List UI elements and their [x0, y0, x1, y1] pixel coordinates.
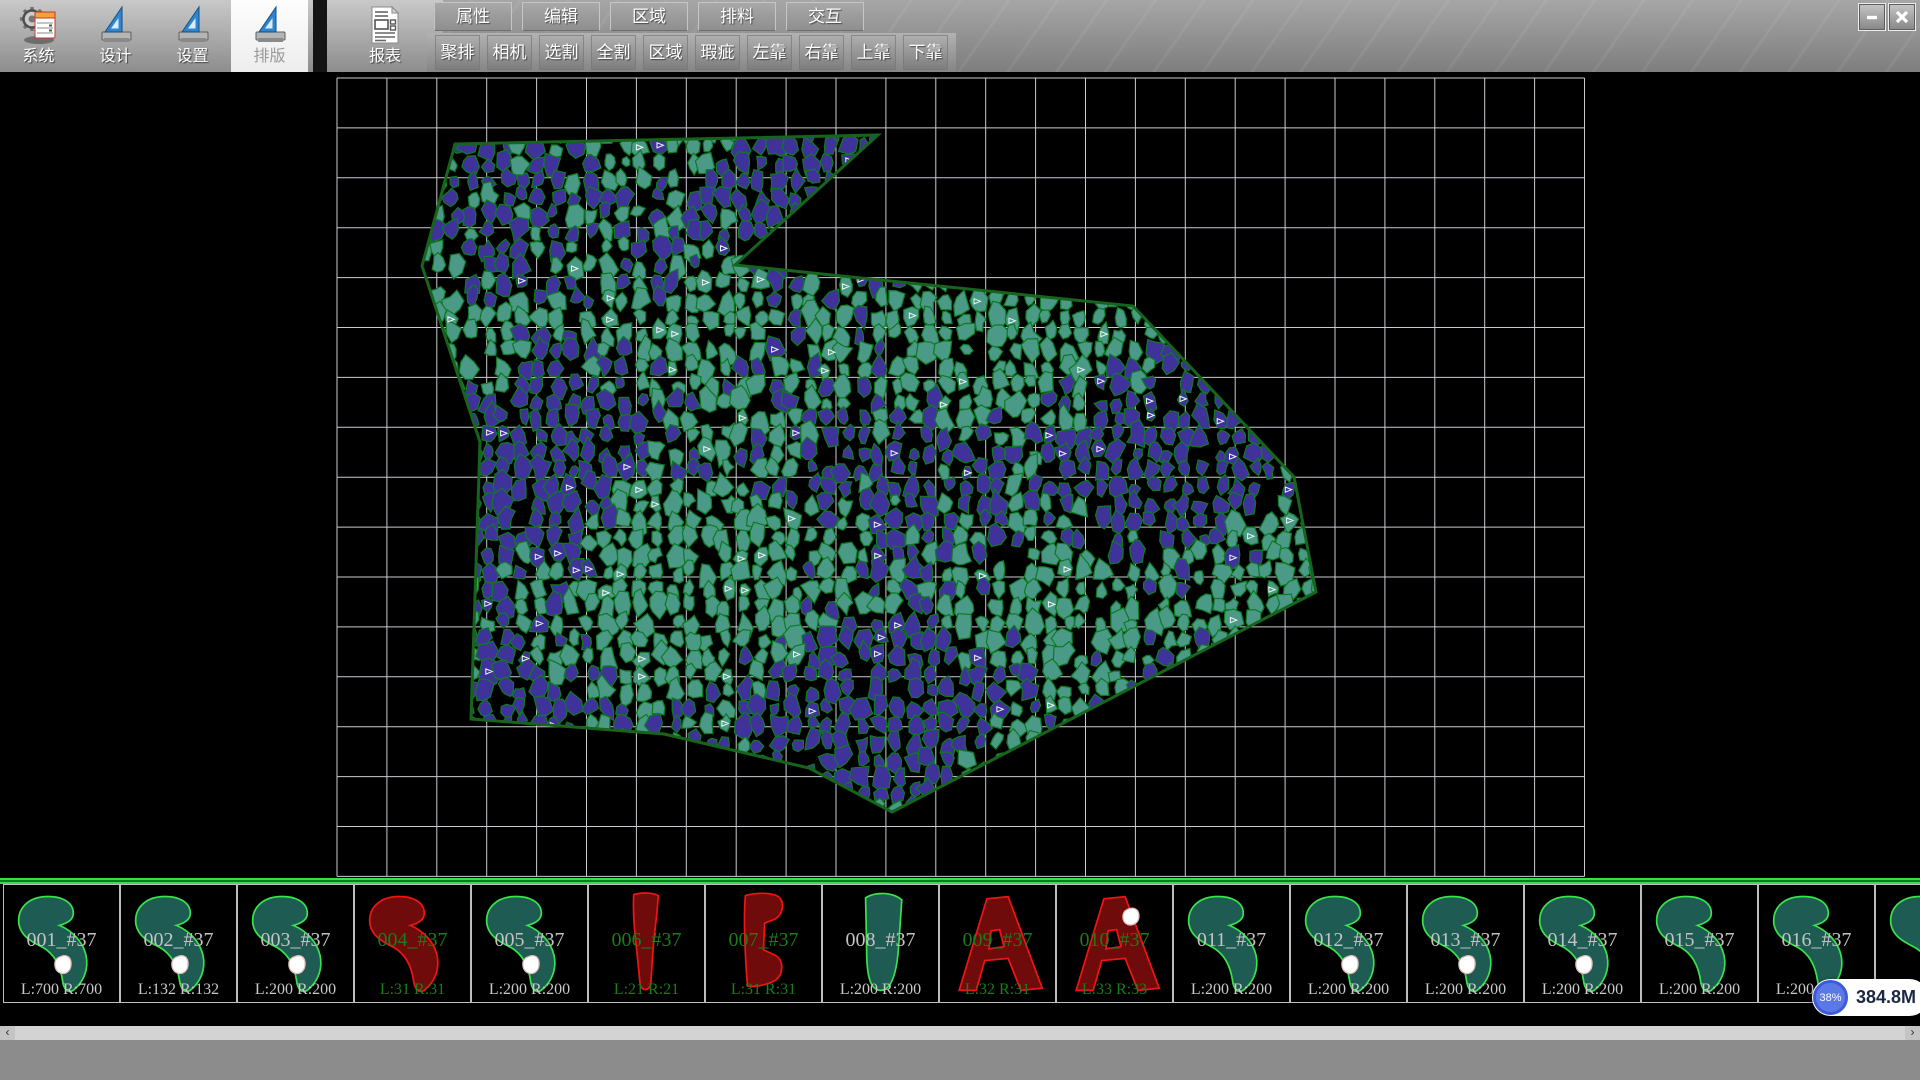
horizontal-scrollbar[interactable]: ‹ › — [0, 1026, 1920, 1040]
tool-button-下靠[interactable]: 下靠 — [903, 35, 948, 70]
tool-button-row: 聚排相机选割全割区域瑕疵左靠右靠上靠下靠 — [427, 33, 956, 72]
piece-shape-icon — [940, 885, 1055, 1002]
minimize-button[interactable] — [1858, 3, 1886, 31]
thumbnail-cell-003[interactable]: 003_#37L:200 R:200 — [237, 884, 354, 1003]
thumbnail-cell-001[interactable]: 001_#37L:700 R:700 — [3, 884, 120, 1003]
application-window: 系统设计设置排版 报表 属性编辑区域排料交互 聚排相机选割全割区域瑕疵左靠右靠上… — [0, 0, 1920, 1080]
ruler-icon — [96, 4, 136, 46]
menu-tab-交互[interactable]: 交互 — [786, 2, 864, 31]
tool-button-选割[interactable]: 选割 — [539, 35, 584, 70]
close-button[interactable] — [1888, 3, 1916, 31]
toolbar-button-报表[interactable]: 报表 — [327, 0, 443, 72]
memory-status-pill: 38% 384.8M — [1812, 979, 1920, 1016]
toolbar-button-label: 设计 — [99, 46, 131, 68]
tool-button-全割[interactable]: 全割 — [591, 35, 636, 70]
thumbnail-cell-005[interactable]: 005_#37L:200 R:200 — [471, 884, 588, 1003]
ruler-icon — [173, 4, 213, 46]
toolbar-button-label: 排版 — [253, 46, 285, 68]
toolbar-button-系统[interactable]: 系统 — [0, 0, 77, 72]
tool-button-瑕疵[interactable]: 瑕疵 — [695, 35, 740, 70]
piece-shape-icon — [1408, 885, 1523, 1002]
toolbar-button-排版[interactable]: 排版 — [231, 0, 308, 72]
thumbnail-cell-007[interactable]: 007_#37L:31 R:31 — [705, 884, 822, 1003]
report-icon — [365, 4, 405, 46]
thumbnail-cell-008[interactable]: 008_#37L:200 R:200 — [822, 884, 939, 1003]
toolbar-button-设置[interactable]: 设置 — [154, 0, 231, 72]
toolbar-button-label: 报表 — [369, 46, 401, 68]
scroll-right-button[interactable]: › — [1905, 1026, 1920, 1040]
thumbnail-cell-002[interactable]: 002_#37L:132 R:132 — [120, 884, 237, 1003]
thumbnail-cell-013[interactable]: 013_#37L:200 R:200 — [1407, 884, 1524, 1003]
minimize-icon — [1864, 9, 1880, 25]
progress-percent-badge: 38% — [1813, 980, 1848, 1015]
tool-button-相机[interactable]: 相机 — [487, 35, 532, 70]
toolbar-divider — [313, 0, 327, 72]
piece-shape-icon — [472, 885, 587, 1002]
nested-pieces — [407, 113, 1334, 828]
piece-shape-icon — [4, 885, 119, 1002]
icon-toolbar: 系统 设计 设置 排版 — [0, 0, 313, 72]
thumbnail-cell-015[interactable]: 015_#37L:200 R:200 — [1641, 884, 1758, 1003]
ruler-icon — [250, 4, 290, 46]
tool-button-上靠[interactable]: 上靠 — [851, 35, 896, 70]
status-bar — [0, 1040, 1920, 1080]
tool-button-聚排[interactable]: 聚排 — [435, 35, 480, 70]
toolbar-button-设计[interactable]: 设计 — [77, 0, 154, 72]
tool-button-左靠[interactable]: 左靠 — [747, 35, 792, 70]
top-toolbar: 系统设计设置排版 报表 属性编辑区域排料交互 聚排相机选割全割区域瑕疵左靠右靠上… — [0, 0, 1920, 72]
tool-button-区域[interactable]: 区域 — [643, 35, 688, 70]
menu-tab-区域[interactable]: 区域 — [610, 2, 688, 31]
thumbnail-cell-014[interactable]: 014_#37L:200 R:200 — [1524, 884, 1641, 1003]
tool-button-右靠[interactable]: 右靠 — [799, 35, 844, 70]
thumbnail-cell-004[interactable]: 004_#37L:31 R:31 — [354, 884, 471, 1003]
thumbnail-cell-009[interactable]: 009_#37L:32 R:31 — [939, 884, 1056, 1003]
menu-tab-编辑[interactable]: 编辑 — [522, 2, 600, 31]
menu-tab-属性[interactable]: 属性 — [434, 2, 512, 31]
piece-shape-icon — [1642, 885, 1757, 1002]
piece-shape-icon — [589, 885, 704, 1002]
toolbar-button-label: 系统 — [22, 46, 54, 68]
piece-shape-icon — [355, 885, 470, 1002]
progress-percent-value: 38% — [1819, 992, 1841, 1004]
menu-tab-bar: 属性编辑区域排料交互 — [434, 2, 864, 31]
piece-shape-icon — [238, 885, 353, 1002]
thumbnail-cell-006[interactable]: 006_#37L:21 R:21 — [588, 884, 705, 1003]
menu-tab-排料[interactable]: 排料 — [698, 2, 776, 31]
close-icon — [1894, 9, 1910, 25]
piece-shape-icon — [1525, 885, 1640, 1002]
piece-shape-icon — [823, 885, 938, 1002]
piece-shape-icon — [1291, 885, 1406, 1002]
thumbnail-cell-010[interactable]: 010_#37L:33 R:33 — [1056, 884, 1173, 1003]
system-gear-icon — [19, 4, 63, 46]
scroll-left-button[interactable]: ‹ — [0, 1026, 15, 1040]
piece-shape-icon — [1057, 885, 1172, 1002]
memory-value: 384.8M — [1856, 987, 1916, 1008]
piece-shape-icon — [121, 885, 236, 1002]
piece-shape-icon — [706, 885, 821, 1002]
thumbnail-cell-012[interactable]: 012_#37L:200 R:200 — [1290, 884, 1407, 1003]
piece-shape-icon — [1174, 885, 1289, 1002]
report-panel: 报表 — [327, 0, 443, 72]
thumbnail-cell-011[interactable]: 011_#37L:200 R:200 — [1173, 884, 1290, 1003]
piece-thumbnail-strip: 001_#37L:700 R:700002_#37L:132 R:132003_… — [0, 884, 1920, 1004]
toolbar-button-label: 设置 — [176, 46, 208, 68]
window-controls — [1858, 3, 1916, 31]
